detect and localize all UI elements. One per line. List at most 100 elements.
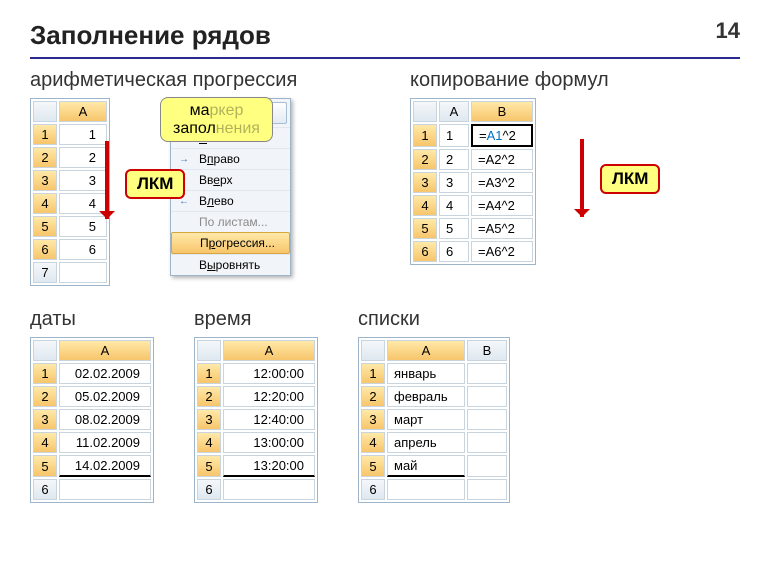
row-header[interactable]: 4 (197, 432, 221, 453)
row-header[interactable]: 1 (33, 124, 57, 145)
row-header[interactable]: 1 (361, 363, 385, 384)
row-header[interactable]: 5 (361, 455, 385, 477)
cell[interactable]: 6 (59, 239, 107, 260)
cell[interactable]: 3 (439, 172, 469, 193)
menu-item-justify[interactable]: Выровнять (171, 254, 290, 275)
row-header[interactable]: 6 (413, 241, 437, 262)
label-dates: даты (30, 308, 154, 331)
cell[interactable]: 3 (59, 170, 107, 191)
col-header[interactable]: B (467, 340, 507, 361)
row-header[interactable]: 6 (33, 239, 57, 260)
menu-item-up[interactable]: ↑Вверх (171, 169, 290, 190)
row-header[interactable]: 1 (33, 363, 57, 384)
cell[interactable]: апрель (387, 432, 465, 453)
arrow-right-icon: → (177, 152, 191, 166)
arrow-fill-icon (105, 141, 109, 219)
sheet-corner[interactable] (33, 340, 57, 361)
cell[interactable]: 5 (439, 218, 469, 239)
cell[interactable]: =A6^2 (471, 241, 533, 262)
row-header[interactable]: 1 (413, 124, 437, 147)
cell[interactable] (467, 386, 507, 407)
cell[interactable]: май (387, 455, 465, 477)
cell[interactable]: 13:20:00 (223, 455, 315, 477)
cell[interactable] (467, 479, 507, 500)
cell[interactable]: 6 (439, 241, 469, 262)
cell[interactable]: 12:00:00 (223, 363, 315, 384)
cell[interactable]: 2 (439, 149, 469, 170)
callout-marker: маркерзаполнения (160, 97, 273, 142)
row-header[interactable]: 4 (33, 432, 57, 453)
row-header[interactable]: 3 (413, 172, 437, 193)
row-header[interactable]: 5 (197, 455, 221, 477)
cell[interactable]: 4 (439, 195, 469, 216)
cell[interactable] (467, 455, 507, 477)
cell[interactable]: 13:00:00 (223, 432, 315, 453)
cell[interactable] (59, 479, 151, 500)
row-header[interactable]: 6 (33, 479, 57, 500)
sheet-corner[interactable] (197, 340, 221, 361)
menu-label: Прогрессия... (200, 236, 275, 250)
row-header[interactable]: 2 (413, 149, 437, 170)
row-header[interactable]: 3 (197, 409, 221, 430)
menu-item-left[interactable]: ←Влево (171, 190, 290, 211)
cell[interactable] (223, 479, 315, 500)
menu-label: Выровнять (199, 258, 260, 272)
row-header[interactable]: 1 (197, 363, 221, 384)
cell[interactable]: 2 (59, 147, 107, 168)
row-header[interactable]: 2 (33, 386, 57, 407)
row-header[interactable]: 2 (361, 386, 385, 407)
sheet-corner[interactable] (413, 101, 437, 122)
label-lists: списки (358, 308, 510, 331)
cell[interactable]: 12:20:00 (223, 386, 315, 407)
sheet-corner[interactable] (361, 340, 385, 361)
cell[interactable]: =A5^2 (471, 218, 533, 239)
row-header[interactable]: 6 (361, 479, 385, 500)
label-arith: арифметическая прогрессия (30, 69, 370, 92)
cell[interactable]: 02.02.2009 (59, 363, 151, 384)
cell[interactable] (467, 432, 507, 453)
menu-item-right[interactable]: → Вправо (171, 148, 290, 169)
cell[interactable] (467, 409, 507, 430)
cell[interactable]: =A2^2 (471, 149, 533, 170)
cell[interactable]: 14.02.2009 (59, 455, 151, 477)
col-header[interactable]: A (59, 101, 107, 122)
row-header[interactable]: 5 (33, 216, 57, 237)
cell[interactable] (467, 363, 507, 384)
menu-label: Вправо (199, 152, 240, 166)
row-header[interactable]: 5 (33, 455, 57, 477)
row-header[interactable]: 3 (361, 409, 385, 430)
row-header[interactable]: 2 (197, 386, 221, 407)
cell[interactable]: =A4^2 (471, 195, 533, 216)
col-header[interactable]: A (387, 340, 465, 361)
cell[interactable] (387, 479, 465, 500)
row-header[interactable]: 2 (33, 147, 57, 168)
cell[interactable]: февраль (387, 386, 465, 407)
sheet-corner[interactable] (33, 101, 57, 122)
col-header[interactable]: A (59, 340, 151, 361)
row-header[interactable]: 4 (361, 432, 385, 453)
menu-item-progression[interactable]: Прогрессия... (171, 232, 290, 254)
cell[interactable]: 1 (439, 124, 469, 147)
cell[interactable]: 08.02.2009 (59, 409, 151, 430)
cell[interactable]: 11.02.2009 (59, 432, 151, 453)
row-header[interactable]: 4 (413, 195, 437, 216)
title-rule (30, 57, 740, 59)
row-header[interactable]: 3 (33, 170, 57, 191)
cell[interactable]: 05.02.2009 (59, 386, 151, 407)
cell[interactable]: 1 (59, 124, 107, 145)
row-header[interactable]: 7 (33, 262, 57, 283)
row-header[interactable]: 3 (33, 409, 57, 430)
col-header[interactable]: B (471, 101, 533, 122)
cell[interactable] (59, 262, 107, 283)
col-header[interactable]: A (223, 340, 315, 361)
row-header[interactable]: 6 (197, 479, 221, 500)
row-header[interactable]: 5 (413, 218, 437, 239)
row-header[interactable]: 4 (33, 193, 57, 214)
cell[interactable]: январь (387, 363, 465, 384)
cell[interactable]: 12:40:00 (223, 409, 315, 430)
menu-label: По листам... (199, 215, 268, 229)
col-header[interactable]: A (439, 101, 469, 122)
cell[interactable]: =A3^2 (471, 172, 533, 193)
cell[interactable]: март (387, 409, 465, 430)
cell[interactable]: =A1^2 (471, 124, 533, 147)
